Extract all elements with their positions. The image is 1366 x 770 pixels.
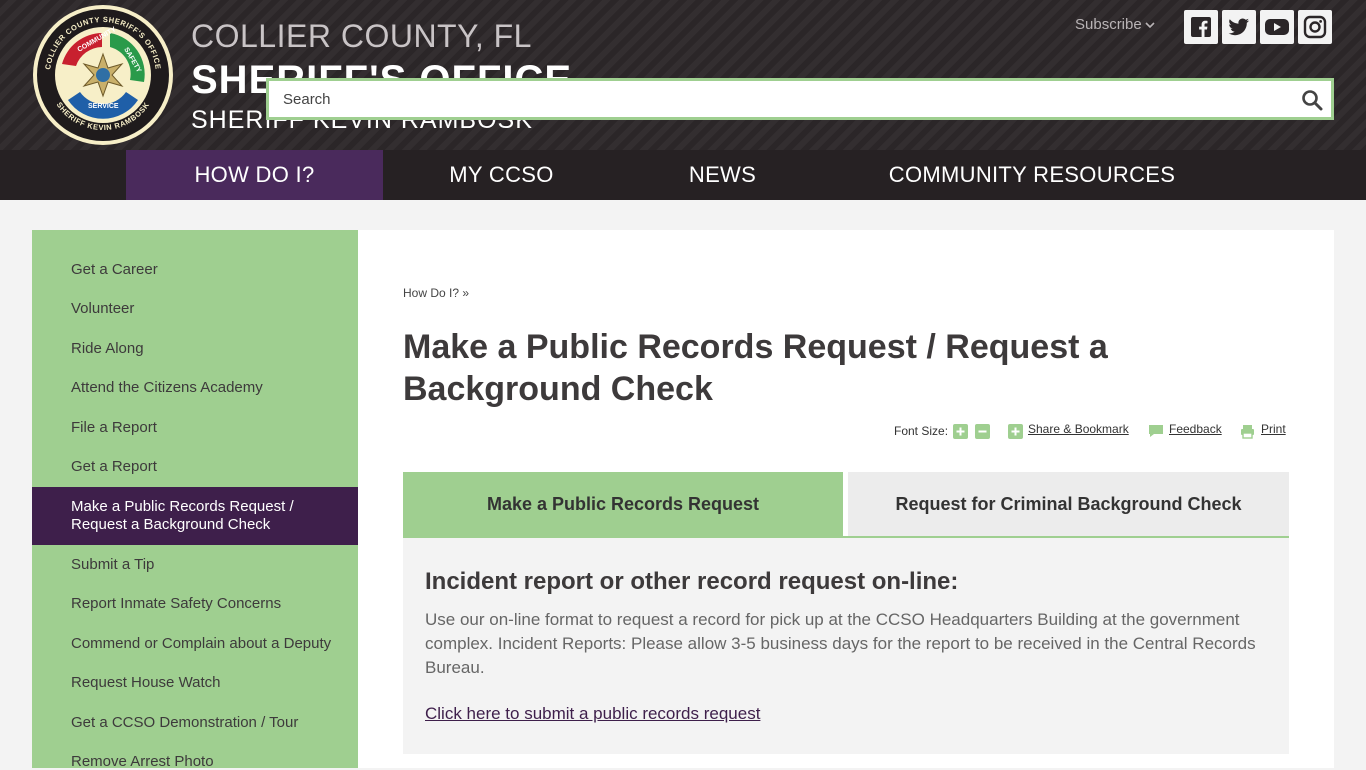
panel-body: Use our on-line format to request a reco…	[425, 610, 1256, 677]
submit-records-request-link[interactable]: Click here to submit a public records re…	[425, 704, 760, 724]
nav-item-how-do-i[interactable]: HOW DO I?	[126, 150, 383, 200]
sidebar-item-demonstration-tour[interactable]: Get a CCSO Demonstration / Tour	[32, 714, 358, 731]
feedback-icon	[1149, 425, 1163, 437]
twitter-link[interactable]	[1222, 10, 1256, 44]
sidebar-item-public-records[interactable]: Make a Public Records Request / Request …	[32, 487, 358, 545]
tab-public-records-request[interactable]: Make a Public Records Request	[403, 472, 843, 536]
site-header: COLLIER COUNTY SHERIFF'S OFFICE SHERIFF …	[0, 0, 1366, 150]
nav-item-news[interactable]: NEWS	[620, 150, 825, 200]
panel-heading: Incident report or other record request …	[425, 568, 959, 595]
sidebar-item-ride-along[interactable]: Ride Along	[32, 340, 358, 357]
print-link[interactable]: Print	[1261, 422, 1286, 436]
font-size-label: Font Size:	[894, 424, 949, 438]
main-content: How Do I? » Make a Public Records Reques…	[358, 230, 1334, 768]
font-decrease-icon[interactable]	[975, 424, 990, 439]
print-icon	[1241, 425, 1254, 439]
feedback-link[interactable]: Feedback	[1169, 422, 1222, 436]
youtube-icon	[1265, 19, 1289, 35]
twitter-icon	[1228, 18, 1249, 36]
sidebar: Get a Career Volunteer Ride Along Attend…	[32, 230, 358, 770]
facebook-link[interactable]	[1184, 10, 1218, 44]
sidebar-item-file-a-report[interactable]: File a Report	[32, 419, 358, 436]
search-icon[interactable]	[1301, 89, 1323, 111]
sheriff-seal-logo[interactable]: COLLIER COUNTY SHERIFF'S OFFICE SHERIFF …	[32, 4, 174, 146]
sidebar-item-house-watch[interactable]: Request House Watch	[32, 674, 358, 691]
share-icon	[1008, 424, 1023, 439]
sidebar-item-commend-complain[interactable]: Commend or Complain about a Deputy	[32, 635, 358, 652]
youtube-link[interactable]	[1260, 10, 1294, 44]
instagram-link[interactable]	[1298, 10, 1332, 44]
nav-item-my-ccso[interactable]: MY CCSO	[383, 150, 620, 200]
chevron-down-icon	[1145, 21, 1155, 28]
nav-item-community-resources[interactable]: COMMUNITY RESOURCES	[825, 150, 1239, 200]
tab-background-check[interactable]: Request for Criminal Background Check	[848, 472, 1289, 536]
search-box	[269, 81, 1331, 117]
sidebar-item-submit-a-tip[interactable]: Submit a Tip	[32, 556, 358, 573]
svg-text:SERVICE: SERVICE	[88, 103, 119, 110]
sidebar-item-volunteer[interactable]: Volunteer	[32, 300, 358, 317]
instagram-icon	[1303, 15, 1327, 39]
breadcrumb[interactable]: How Do I? »	[403, 286, 469, 300]
sidebar-item-remove-arrest-photo[interactable]: Remove Arrest Photo	[32, 753, 358, 770]
main-nav: HOW DO I? MY CCSO NEWS COMMUNITY RESOURC…	[0, 150, 1366, 200]
sidebar-item-get-a-report[interactable]: Get a Report	[32, 458, 358, 475]
sidebar-item-citizens-academy[interactable]: Attend the Citizens Academy	[32, 379, 358, 396]
sidebar-item-get-a-career[interactable]: Get a Career	[32, 261, 358, 278]
brand-county: COLLIER COUNTY, FL	[191, 18, 532, 54]
search-bar	[266, 78, 1334, 120]
subscribe-label: Subscribe	[1075, 16, 1142, 33]
sidebar-item-inmate-safety[interactable]: Report Inmate Safety Concerns	[32, 595, 358, 612]
facebook-icon	[1191, 17, 1211, 37]
tab-panel: Incident report or other record request …	[403, 536, 1289, 754]
page-tools: Font Size: Share & Bookmark Feedback Pri…	[894, 422, 1289, 442]
page-title: Make a Public Records Request / Request …	[403, 328, 1108, 408]
font-increase-icon[interactable]	[953, 424, 968, 439]
subscribe-link[interactable]: Subscribe	[1075, 16, 1156, 33]
share-bookmark-link[interactable]: Share & Bookmark	[1028, 422, 1129, 436]
search-input[interactable]	[269, 81, 1331, 117]
